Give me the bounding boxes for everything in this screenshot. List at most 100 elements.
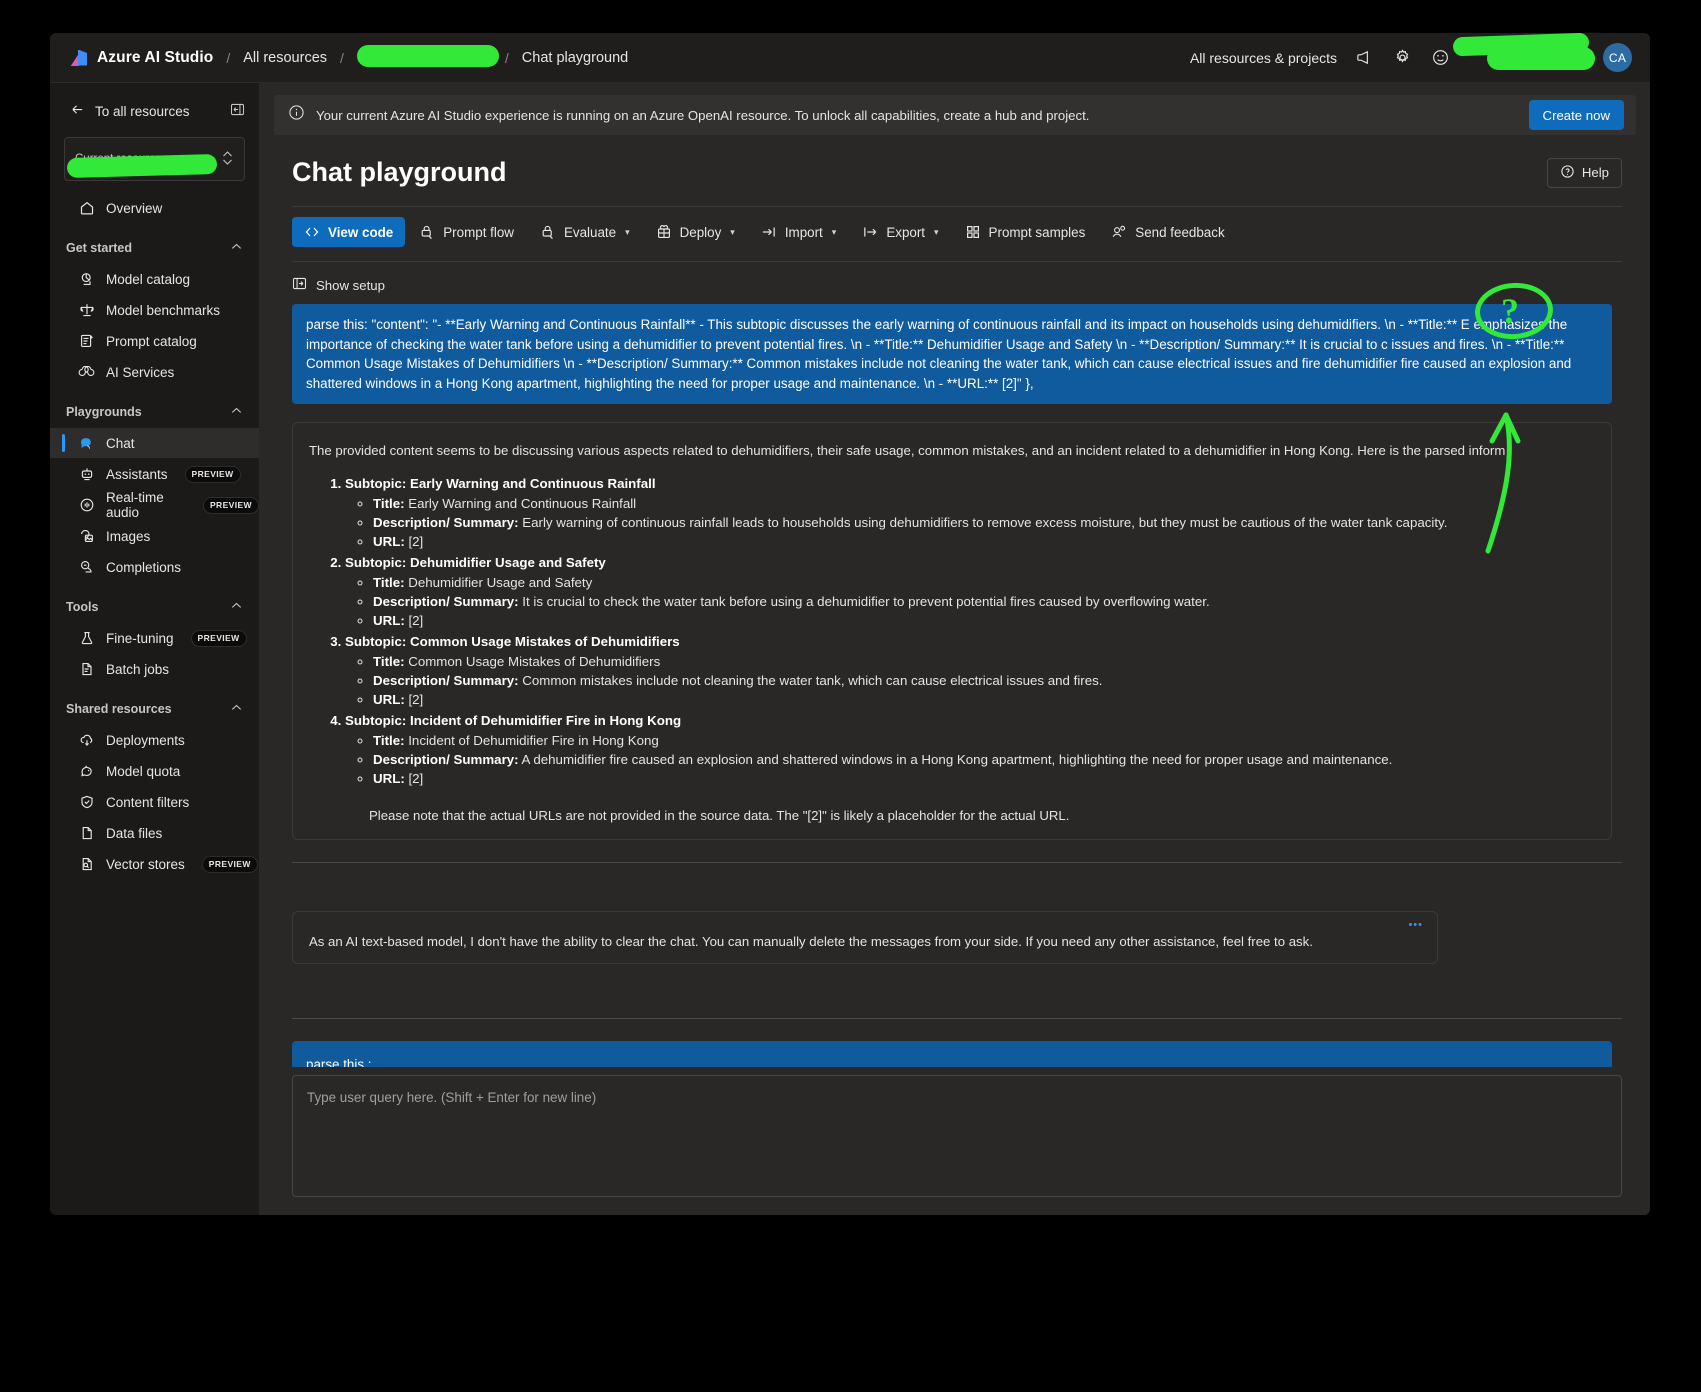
all-resources-and-projects-link[interactable]: All resources & projects bbox=[1190, 50, 1337, 66]
list-item: Description/ Summary: A dehumidifier fir… bbox=[373, 750, 1595, 769]
assistant-message-bubble: The provided content seems to be discuss… bbox=[292, 422, 1612, 840]
command-export[interactable]: Export ▾ bbox=[850, 217, 950, 247]
sidebar-item-label: Real-time audio bbox=[106, 490, 164, 520]
collapse-panel-icon[interactable] bbox=[230, 102, 245, 120]
detail-value: Common mistakes include not cleaning the… bbox=[522, 673, 1103, 688]
arrow-left-icon bbox=[70, 102, 85, 120]
sidebar-item-label: Completions bbox=[106, 559, 182, 575]
batch-jobs-icon bbox=[78, 661, 95, 678]
show-setup-toggle[interactable]: Show setup bbox=[292, 261, 1622, 294]
sidebar-item-chat[interactable]: Chat bbox=[50, 428, 259, 458]
subtopic-heading: Subtopic: Dehumidifier Usage and Safety bbox=[345, 555, 606, 570]
detail-label: Title: bbox=[373, 575, 405, 590]
sidebar-item-real-time-audio[interactable]: Real-time audio PREVIEW bbox=[50, 490, 259, 520]
chat-transcript[interactable]: parse this: "content": "- **Early Warnin… bbox=[292, 304, 1622, 1067]
sidebar-item-fine-tuning[interactable]: Fine-tuning PREVIEW bbox=[50, 623, 259, 653]
left-sidebar: To all resources Current resource bbox=[50, 83, 260, 1215]
sidebar-item-completions[interactable]: Completions bbox=[50, 552, 259, 582]
window-body: To all resources Current resource bbox=[50, 83, 1650, 1215]
group-label: Get started bbox=[66, 241, 132, 255]
sidebar-item-assistants[interactable]: Assistants PREVIEW bbox=[50, 459, 259, 489]
command-label: Import bbox=[784, 224, 823, 240]
command-import[interactable]: Import ▾ bbox=[749, 217, 848, 247]
avatar[interactable]: CA bbox=[1603, 43, 1632, 72]
subtopic-heading: Subtopic: Early Warning and Continuous R… bbox=[345, 476, 656, 491]
command-prompt-flow[interactable]: Prompt flow bbox=[407, 217, 526, 247]
import-icon bbox=[761, 224, 777, 240]
current-resource-picker[interactable]: Current resource bbox=[64, 137, 245, 181]
gear-icon[interactable] bbox=[1391, 47, 1413, 69]
back-to-all-resources[interactable]: To all resources bbox=[50, 97, 259, 125]
prompt-flow-icon bbox=[419, 224, 435, 240]
list-item: Subtopic: Incident of Dehumidifier Fire … bbox=[345, 711, 1595, 788]
sidebar-item-overview[interactable]: Overview bbox=[50, 193, 259, 223]
green-redaction-blob bbox=[356, 44, 499, 67]
sidebar-group-get-started[interactable]: Get started bbox=[50, 233, 259, 263]
breadcrumb-resource-name-redacted[interactable] bbox=[356, 44, 499, 67]
help-button[interactable]: Help bbox=[1546, 157, 1622, 188]
sidebar-group-playgrounds[interactable]: Playgrounds bbox=[50, 397, 259, 427]
subtopic-detail-list: Title: Dehumidifier Usage and Safety Des… bbox=[373, 573, 1595, 630]
sidebar-item-model-benchmarks[interactable]: Model benchmarks bbox=[50, 295, 259, 325]
detail-label: Description/ Summary: bbox=[373, 594, 519, 609]
info-icon bbox=[288, 104, 305, 126]
sidebar-item-images[interactable]: Images bbox=[50, 521, 259, 551]
cloud-deploy-icon bbox=[78, 732, 95, 749]
command-deploy[interactable]: Deploy ▾ bbox=[644, 217, 747, 247]
sidebar-item-model-quota[interactable]: Model quota bbox=[50, 756, 259, 786]
back-label: To all resources bbox=[95, 103, 190, 119]
sidebar-item-vector-stores[interactable]: Vector stores PREVIEW bbox=[50, 849, 259, 879]
model-catalog-icon bbox=[78, 271, 95, 288]
megaphone-icon[interactable] bbox=[1353, 47, 1375, 69]
detail-label: URL: bbox=[373, 771, 405, 786]
file-search-icon bbox=[78, 856, 95, 873]
detail-value: Common Usage Mistakes of Dehumidifiers bbox=[408, 654, 661, 669]
brand-logo-group[interactable]: Azure AI Studio bbox=[72, 49, 213, 67]
sidebar-item-data-files[interactable]: Data files bbox=[50, 818, 259, 848]
command-label: Evaluate bbox=[563, 224, 617, 240]
command-label: View code bbox=[328, 224, 394, 240]
user-message-text: parse this : bbox=[306, 1057, 372, 1067]
subtopic-detail-list: Title: Early Warning and Continuous Rain… bbox=[373, 494, 1595, 551]
list-item: URL: [2] bbox=[373, 769, 1595, 788]
assistant-note-text: Please note that the actual URLs are not… bbox=[369, 808, 1070, 823]
preview-badge: PREVIEW bbox=[184, 465, 241, 483]
parsed-subtopic-list: Subtopic: Early Warning and Continuous R… bbox=[345, 474, 1595, 788]
piggy-bank-icon bbox=[78, 763, 95, 780]
chevron-up-icon bbox=[230, 599, 243, 615]
sidebar-item-label: Model catalog bbox=[106, 271, 191, 287]
assistant-intro-text: The provided content seems to be discuss… bbox=[309, 443, 1506, 458]
sidebar-group-tools[interactable]: Tools bbox=[50, 592, 259, 622]
detail-label: Description/ Summary: bbox=[373, 673, 519, 688]
command-label: Export bbox=[886, 224, 926, 240]
detail-value: Dehumidifier Usage and Safety bbox=[408, 575, 593, 590]
command-label: Prompt flow bbox=[443, 224, 514, 240]
sidebar-item-model-catalog[interactable]: Model catalog bbox=[50, 264, 259, 294]
command-evaluate[interactable]: Evaluate ▾ bbox=[528, 217, 642, 247]
command-prompt-samples[interactable]: Prompt samples bbox=[953, 217, 1098, 247]
command-label: Prompt samples bbox=[988, 224, 1086, 240]
chat-input-composer[interactable]: Type user query here. (Shift + Enter for… bbox=[292, 1075, 1622, 1197]
sidebar-item-label: Batch jobs bbox=[106, 661, 170, 677]
sidebar-item-label: Vector stores bbox=[106, 856, 185, 872]
create-now-button[interactable]: Create now bbox=[1528, 100, 1624, 130]
sidebar-group-shared-resources[interactable]: Shared resources bbox=[50, 694, 259, 724]
sidebar-item-prompt-catalog[interactable]: Prompt catalog bbox=[50, 326, 259, 356]
sidebar-item-ai-services[interactable]: AI Services bbox=[50, 357, 259, 387]
sidebar-item-deployments[interactable]: Deployments bbox=[50, 725, 259, 755]
detail-label: URL: bbox=[373, 613, 405, 628]
sidebar-item-batch-jobs[interactable]: Batch jobs bbox=[50, 654, 259, 684]
list-item: URL: [2] bbox=[373, 611, 1595, 630]
sidebar-item-content-filters[interactable]: Content filters bbox=[50, 787, 259, 817]
command-view-code[interactable]: View code bbox=[292, 217, 406, 247]
command-send-feedback[interactable]: Send feedback bbox=[1099, 217, 1236, 247]
smiley-icon[interactable] bbox=[1429, 47, 1451, 69]
user-message-bubble: parse this: "content": "- **Early Warnin… bbox=[292, 304, 1612, 404]
message-options-icon[interactable]: ••• bbox=[1408, 919, 1423, 931]
robot-icon bbox=[78, 466, 95, 483]
breadcrumb-all-resources[interactable]: All resources bbox=[243, 50, 327, 66]
preview-badge: PREVIEW bbox=[201, 855, 258, 873]
breadcrumb-chat-playground[interactable]: Chat playground bbox=[522, 50, 628, 66]
banner-text: Your current Azure AI Studio experience … bbox=[316, 107, 1090, 123]
green-redaction-blob bbox=[1487, 46, 1595, 70]
